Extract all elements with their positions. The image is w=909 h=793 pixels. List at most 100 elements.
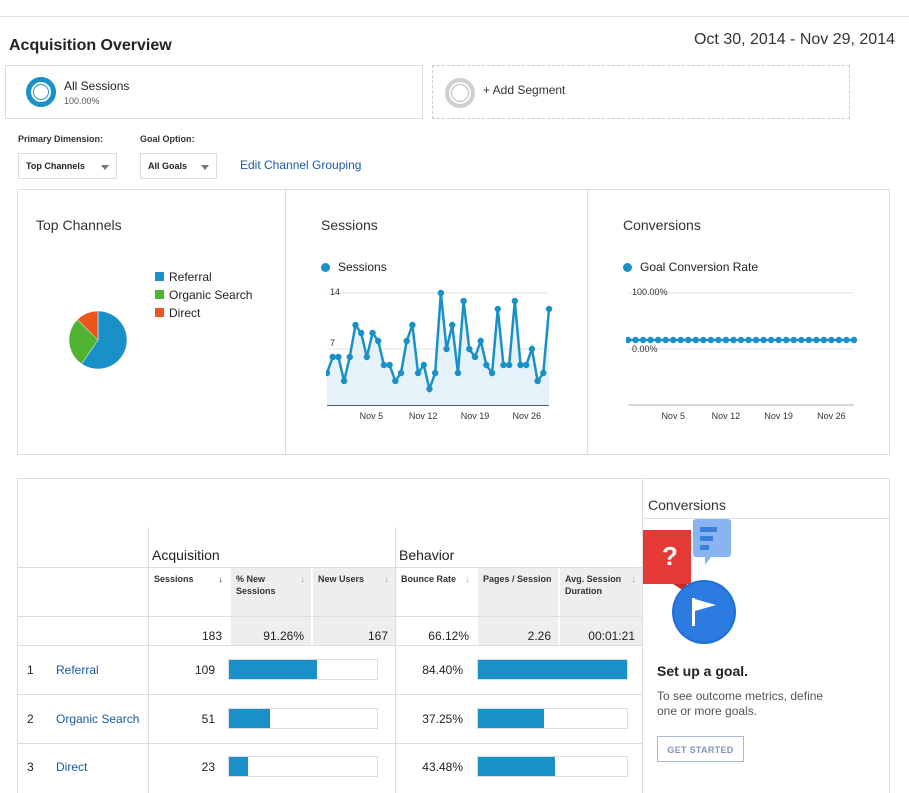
data-point[interactable] [662, 336, 669, 344]
channel-link-direct[interactable]: Direct [56, 760, 87, 774]
add-segment-button[interactable]: + Add Segment [432, 65, 850, 119]
data-point[interactable] [488, 369, 496, 377]
data-point[interactable] [654, 336, 662, 344]
legend-swatch-referral [155, 272, 164, 281]
col-header-bounce-rate[interactable]: Bounce Rate ↓ [396, 568, 476, 616]
data-point[interactable] [767, 336, 775, 344]
data-point[interactable] [346, 353, 353, 361]
sessions-bar-fill [229, 757, 248, 776]
data-point[interactable] [715, 336, 722, 344]
legend-referral: Referral [169, 270, 212, 284]
goal-option-dropdown[interactable]: All Goals [140, 153, 217, 179]
x-tick-label: Nov 12 [712, 411, 741, 421]
data-point[interactable] [700, 336, 707, 344]
data-point[interactable] [357, 329, 365, 337]
channel-link-referral[interactable]: Referral [56, 663, 99, 677]
data-point[interactable] [414, 369, 422, 377]
goal-title: Set up a goal. [657, 663, 749, 679]
data-point[interactable] [639, 336, 647, 344]
data-point[interactable] [805, 336, 812, 344]
data-point[interactable] [534, 377, 541, 385]
data-point[interactable] [483, 361, 490, 369]
data-point[interactable] [517, 361, 524, 369]
segment-all-sessions[interactable]: All Sessions 100.00% [5, 65, 423, 119]
data-point[interactable] [737, 336, 745, 344]
data-point[interactable] [790, 336, 797, 344]
data-point[interactable] [843, 336, 850, 344]
data-point[interactable] [380, 361, 388, 369]
data-point[interactable] [685, 336, 692, 344]
data-point[interactable] [437, 289, 445, 297]
data-point[interactable] [403, 337, 410, 345]
data-point[interactable] [775, 336, 782, 344]
data-point[interactable] [670, 336, 677, 344]
col-header-new-sessions[interactable]: % New Sessions ↓ [231, 568, 311, 616]
data-point[interactable] [329, 353, 336, 361]
data-point[interactable] [523, 361, 530, 369]
data-point[interactable] [420, 361, 427, 369]
data-point[interactable] [760, 336, 767, 344]
col-header-sessions[interactable]: Sessions ↓ [149, 568, 229, 616]
col-header-avg-session-duration[interactable]: Avg. Session Duration ↓ [560, 568, 642, 616]
data-point[interactable] [386, 361, 393, 369]
sessions-bar-fill [229, 709, 271, 728]
data-point[interactable] [835, 336, 843, 344]
col-header-new-users[interactable]: New Users ↓ [313, 568, 395, 616]
data-point[interactable] [340, 377, 348, 385]
legend-dot-icon [321, 263, 330, 272]
data-point[interactable] [783, 336, 790, 344]
data-point[interactable] [375, 337, 382, 345]
primary-dimension-dropdown[interactable]: Top Channels [18, 153, 117, 179]
data-point[interactable] [500, 361, 507, 369]
data-point[interactable] [363, 353, 371, 361]
data-point[interactable] [494, 305, 501, 313]
bounce-bar-fill [478, 709, 544, 728]
y-tick-label: 14 [330, 287, 340, 297]
data-point[interactable] [798, 336, 805, 344]
data-point[interactable] [454, 369, 462, 377]
data-point[interactable] [426, 385, 433, 393]
col-header-pages-session[interactable]: Pages / Session ↓ [478, 568, 558, 616]
data-point[interactable] [730, 336, 737, 344]
data-point[interactable] [745, 336, 752, 344]
data-point[interactable] [707, 336, 715, 344]
data-point[interactable] [397, 369, 405, 377]
data-point[interactable] [471, 353, 479, 361]
data-point[interactable] [828, 336, 835, 344]
data-point[interactable] [632, 336, 639, 344]
data-point[interactable] [443, 345, 450, 353]
data-point[interactable] [369, 329, 376, 337]
data-point[interactable] [477, 337, 484, 345]
data-point[interactable] [511, 297, 519, 305]
data-point[interactable] [813, 336, 820, 344]
data-point[interactable] [466, 345, 473, 353]
data-point[interactable] [352, 321, 359, 329]
data-point[interactable] [647, 336, 654, 344]
table-row: 3 Direct 23 43.48% [18, 744, 642, 792]
conversions-line-chart: 100.00% 0.00% Nov 5 Nov 12 Nov 19 Nov 26 [626, 287, 858, 421]
data-point[interactable] [692, 336, 699, 344]
data-point[interactable] [431, 369, 439, 377]
data-point[interactable] [335, 353, 342, 361]
data-point[interactable] [677, 336, 684, 344]
x-tick-label: Nov 26 [817, 411, 846, 421]
edit-channel-grouping-link[interactable]: Edit Channel Grouping [240, 158, 361, 172]
data-point[interactable] [626, 336, 632, 344]
data-point[interactable] [460, 297, 467, 305]
data-point[interactable] [528, 345, 536, 353]
goal-option-label: Goal Option: [140, 134, 195, 144]
data-point[interactable] [449, 321, 456, 329]
data-point[interactable] [545, 305, 553, 313]
get-started-button[interactable]: GET STARTED [657, 736, 744, 762]
data-point[interactable] [392, 377, 399, 385]
row-bounce-rate: 43.48% [422, 760, 463, 774]
data-point[interactable] [820, 336, 828, 344]
date-range-picker[interactable]: Oct 30, 2014 - Nov 29, 2014 [694, 31, 895, 49]
data-point[interactable] [850, 336, 858, 344]
data-point[interactable] [409, 321, 416, 329]
data-point[interactable] [540, 369, 547, 377]
data-point[interactable] [722, 336, 730, 344]
data-point[interactable] [752, 336, 760, 344]
data-point[interactable] [505, 361, 513, 369]
channel-link-organic-search[interactable]: Organic Search [56, 712, 139, 726]
